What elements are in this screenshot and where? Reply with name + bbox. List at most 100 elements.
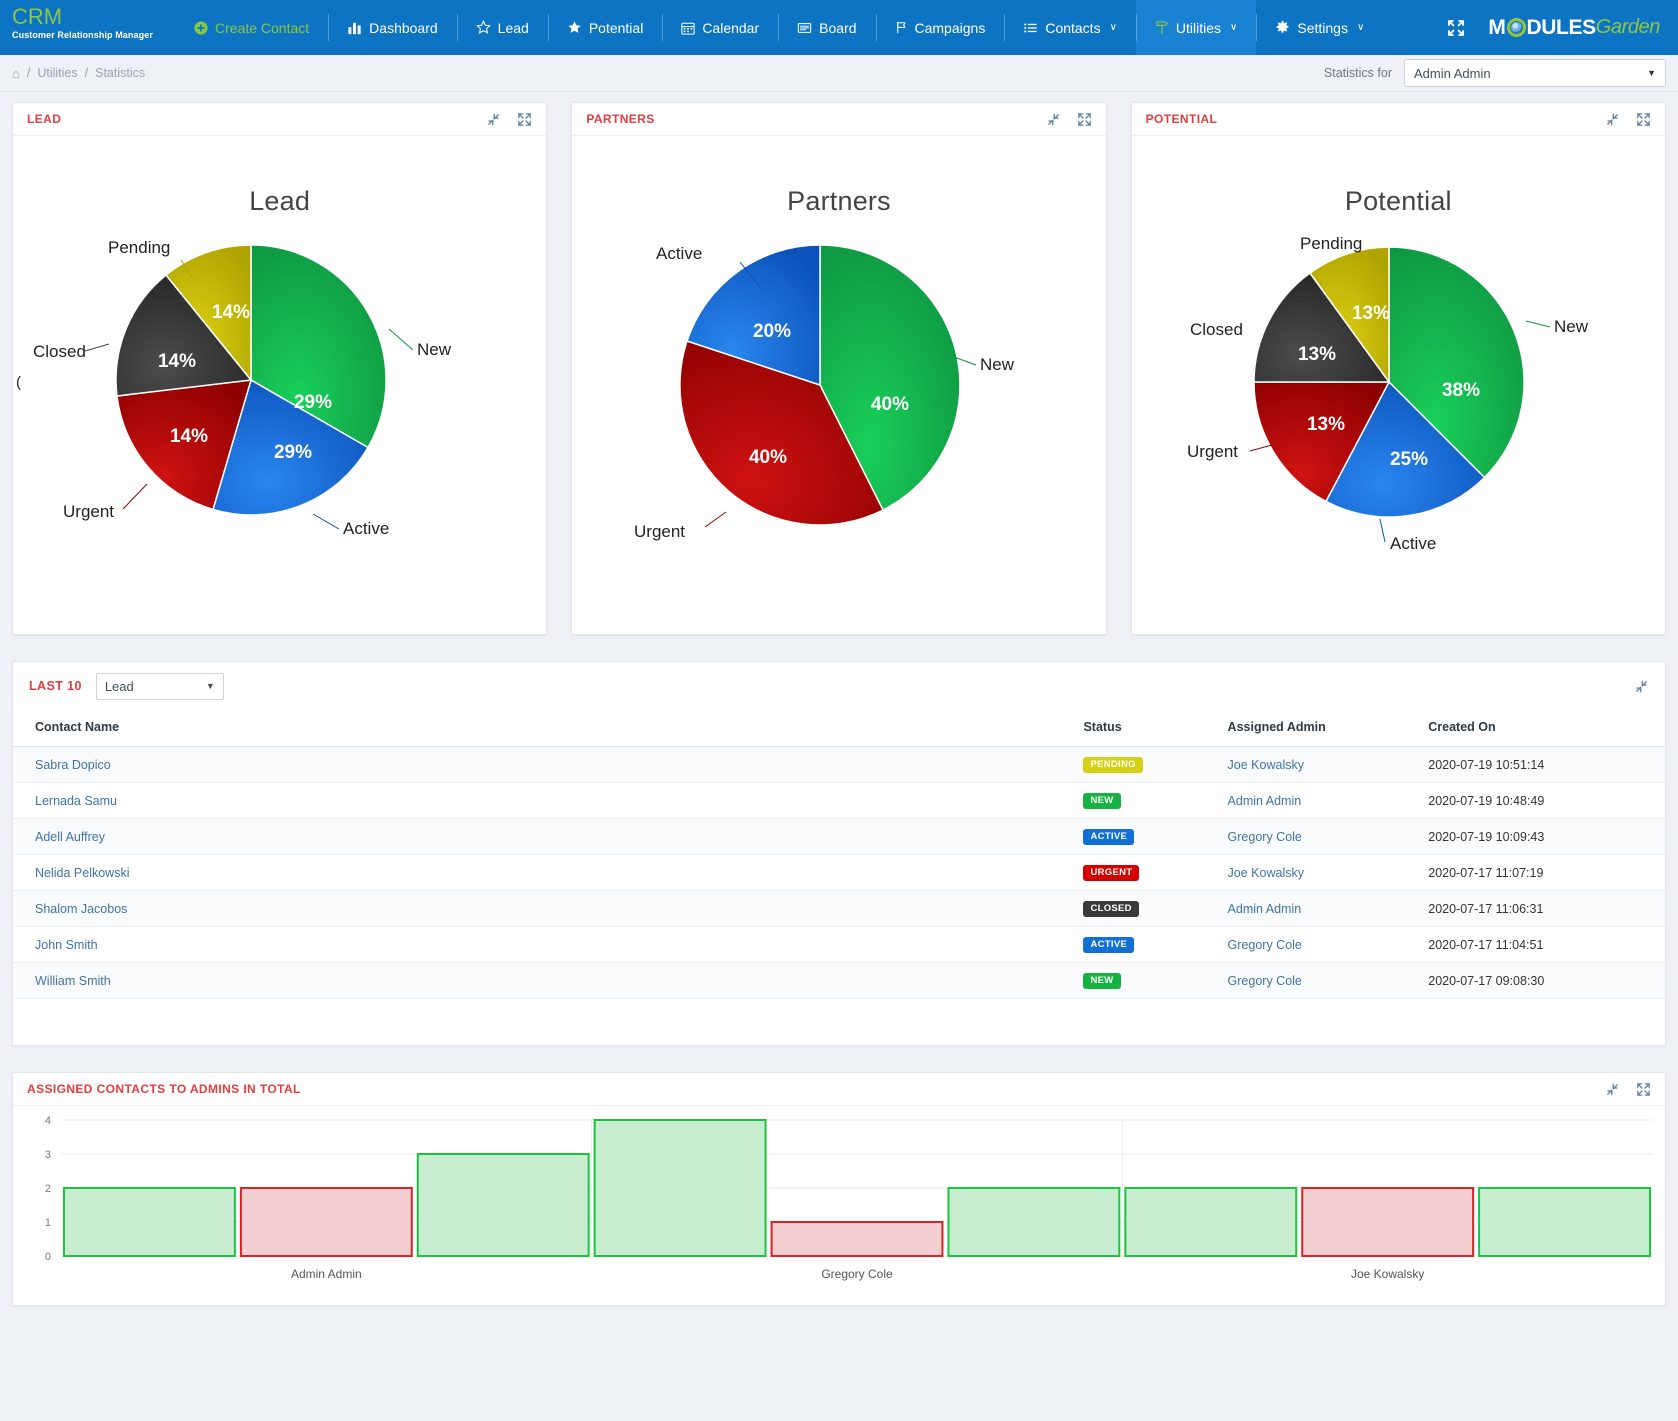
panel-assigned-tools (1605, 1082, 1651, 1097)
breadcrumb-separator-1: / (27, 66, 30, 80)
assigned-admin-link[interactable]: Admin Admin (1228, 794, 1302, 808)
breadcrumb-item-utilities[interactable]: Utilities (37, 66, 77, 80)
nav-item-utilities[interactable]: Utilities∨ (1136, 0, 1256, 55)
panel-assigned-header: ASSIGNED CONTACTS TO ADMINS IN TOTAL (13, 1073, 1665, 1106)
y-axis-tick-label: 3 (45, 1149, 51, 1161)
home-icon[interactable]: ⌂ (12, 66, 20, 81)
partners-label-active: Active (656, 244, 702, 263)
collapse-icon[interactable] (1605, 1082, 1620, 1097)
nav-item-board[interactable]: Board (778, 0, 875, 55)
table-row: John SmithACTIVEGregory Cole2020-07-17 1… (13, 927, 1665, 963)
potential-label-pending: Pending (1300, 234, 1362, 253)
breadcrumb-separator-2: / (85, 66, 88, 80)
lead-label-pending: Pending (108, 238, 170, 257)
nav-item-dashboard[interactable]: Dashboard (328, 0, 457, 55)
contact-name-link[interactable]: John Smith (35, 938, 98, 952)
potential-pie-chart: 38% 25% 13% 13% 13% New Active Urgent Cl… (1132, 217, 1665, 607)
nav-item-settings[interactable]: Settings∨ (1256, 0, 1383, 55)
cell-assigned-admin: Joe Kowalsky (1228, 855, 1429, 891)
contact-name-link[interactable]: Nelida Pelkowski (35, 866, 129, 880)
bar-4[interactable] (772, 1222, 943, 1256)
lead-value-pending: 14% (212, 302, 250, 323)
table-footer-space (13, 999, 1665, 1045)
assigned-admin-link[interactable]: Gregory Cole (1228, 830, 1302, 844)
nav-item-contacts[interactable]: Contacts∨ (1004, 0, 1136, 55)
potential-label-new: New (1554, 317, 1589, 336)
nav-item-campaigns[interactable]: Campaigns (876, 0, 1005, 55)
cell-created-on: 2020-07-19 10:51:14 (1428, 747, 1665, 783)
nav-item-label: Campaigns (915, 20, 986, 36)
assigned-admin-link[interactable]: Gregory Cole (1228, 938, 1302, 952)
bar-8[interactable] (1479, 1188, 1650, 1256)
statistics-admin-select[interactable]: Admin Admin ▼ (1404, 59, 1666, 87)
contact-name-link[interactable]: Lernada Samu (35, 794, 117, 808)
x-axis-category-label: Gregory Cole (821, 1267, 893, 1281)
breadcrumb-bar: ⌂ / Utilities / Statistics Statistics fo… (0, 55, 1678, 92)
fullscreen-expand-icon[interactable] (1424, 18, 1488, 38)
bar-6[interactable] (1125, 1188, 1296, 1256)
cell-assigned-admin: Admin Admin (1228, 891, 1429, 927)
assigned-admin-link[interactable]: Joe Kowalsky (1228, 866, 1304, 880)
bar-chart-icon (347, 21, 362, 35)
bar-5[interactable] (948, 1188, 1119, 1256)
status-badge: URGENT (1083, 865, 1139, 881)
contact-name-link[interactable]: William Smith (35, 974, 111, 988)
plus-circle-icon (194, 21, 208, 35)
expand-icon[interactable] (1077, 112, 1092, 127)
panel-potential-title: POTENTIAL (1146, 112, 1218, 126)
bar-7[interactable] (1302, 1188, 1473, 1256)
nav-item-create-contact[interactable]: Create Contact (175, 0, 328, 55)
partners-pie-chart: 40% 40% 20% New Active Urgent (572, 217, 1105, 607)
cell-created-on: 2020-07-19 10:09:43 (1428, 819, 1665, 855)
cell-assigned-admin: Gregory Cole (1228, 963, 1429, 999)
collapse-icon[interactable] (1605, 112, 1620, 127)
bar-2[interactable] (418, 1154, 589, 1256)
nav-item-calendar[interactable]: Calendar (662, 0, 778, 55)
cell-assigned-admin: Gregory Cole (1228, 819, 1429, 855)
bar-3[interactable] (595, 1120, 766, 1256)
contact-name-link[interactable]: Adell Auffrey (35, 830, 105, 844)
cell-contact-name: Sabra Dopico (13, 747, 1083, 783)
cell-created-on: 2020-07-19 10:48:49 (1428, 783, 1665, 819)
potential-chart-title: Potential (1132, 136, 1665, 217)
panel-lead: LEAD Lead (12, 102, 547, 635)
nav-item-lead[interactable]: Lead (457, 0, 548, 55)
y-axis-tick-label: 1 (45, 1217, 51, 1229)
cell-status: ACTIVE (1083, 819, 1227, 855)
table-row: William SmithNEWGregory Cole2020-07-17 0… (13, 963, 1665, 999)
assigned-admin-link[interactable]: Gregory Cole (1228, 974, 1302, 988)
collapse-icon[interactable] (1046, 112, 1061, 127)
panel-assigned-title: ASSIGNED CONTACTS TO ADMINS IN TOTAL (27, 1082, 301, 1096)
lead-chart-title: Lead (13, 136, 546, 217)
assigned-admin-link[interactable]: Admin Admin (1228, 902, 1302, 916)
nav-item-potential[interactable]: Potential (548, 0, 662, 55)
expand-icon[interactable] (517, 112, 532, 127)
board-icon (797, 21, 812, 35)
column-contact-name: Contact Name (13, 710, 1083, 747)
lead-value-active: 29% (274, 442, 312, 463)
lead-label-new: New (417, 340, 452, 359)
bar-1[interactable] (241, 1188, 412, 1256)
assigned-admin-link[interactable]: Joe Kowalsky (1228, 758, 1304, 772)
last10-type-select[interactable]: Lead ▼ (96, 673, 224, 700)
contact-name-link[interactable]: Sabra Dopico (35, 758, 111, 772)
svg-text:(: ( (16, 374, 21, 391)
table-row: Lernada SamuNEWAdmin Admin2020-07-19 10:… (13, 783, 1665, 819)
panel-lead-header: LEAD (13, 103, 546, 136)
panel-potential-tools (1605, 112, 1651, 127)
status-badge: NEW (1083, 973, 1120, 989)
brand-subtitle: Customer Relationship Manager (12, 30, 175, 40)
panel-assigned-contacts: ASSIGNED CONTACTS TO ADMINS IN TOTAL 012… (12, 1072, 1666, 1306)
chevron-down-icon: ∨ (1230, 22, 1237, 33)
nav-item-label: Contacts (1045, 20, 1100, 36)
x-axis-category-label: Joe Kowalsky (1351, 1267, 1424, 1281)
expand-icon[interactable] (1636, 112, 1651, 127)
bar-0[interactable] (64, 1188, 235, 1256)
table-row: Sabra DopicoPENDINGJoe Kowalsky2020-07-1… (13, 747, 1665, 783)
cell-assigned-admin: Gregory Cole (1228, 927, 1429, 963)
collapse-icon[interactable] (1634, 679, 1649, 694)
expand-icon[interactable] (1636, 1082, 1651, 1097)
partners-value-active: 20% (753, 321, 791, 342)
contact-name-link[interactable]: Shalom Jacobos (35, 902, 127, 916)
collapse-icon[interactable] (486, 112, 501, 127)
